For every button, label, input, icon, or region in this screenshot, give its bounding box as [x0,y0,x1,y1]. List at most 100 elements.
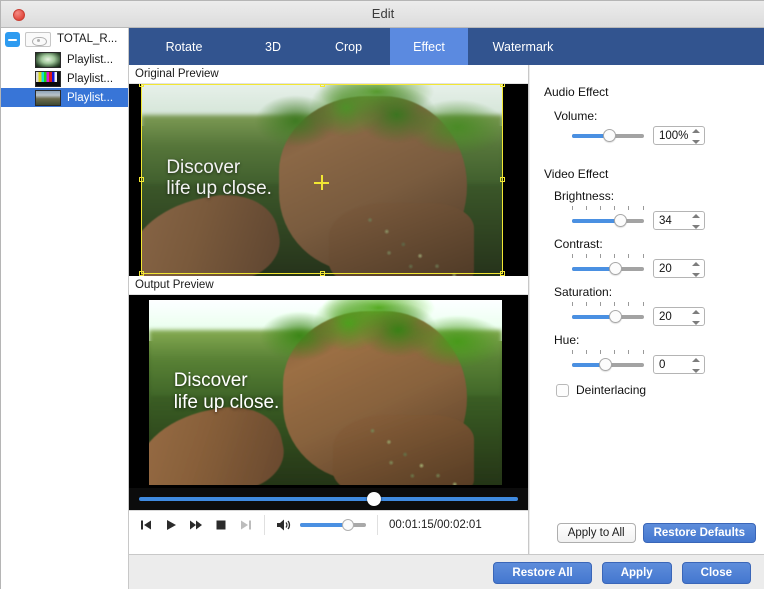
list-item-label: Playlist... [67,53,114,66]
slider-knob[interactable] [599,357,613,371]
tab-bar: Rotate 3D Crop Effect Watermark [129,28,764,65]
brightness-stepper[interactable] [653,211,705,230]
video-overlay-text: Discover life up close. [166,156,272,200]
stop-icon[interactable] [214,518,228,532]
transport-bar: 00:01:15/00:02:01 [129,510,528,538]
effects-panel: Audio Effect Volume: Video Effect Bright… [530,65,764,554]
fast-forward-icon[interactable] [189,518,203,532]
hue-control-row [572,355,764,374]
brightness-value [659,214,693,227]
list-item-label: Playlist... [67,91,114,104]
hue-ticks [572,350,644,355]
timecode-display: 00:01:15/00:02:01 [389,518,482,531]
brightness-slider[interactable] [572,213,644,228]
preview-column: Original Preview Discover life up close. [129,65,529,589]
stepper-arrows[interactable] [692,358,700,373]
video-overlay-text: Discover life up close. [173,370,280,413]
saturation-ticks [572,302,644,307]
restore-all-button[interactable]: Restore All [493,561,592,584]
contrast-value [659,262,693,275]
volume-knob[interactable] [341,518,354,531]
contrast-stepper[interactable] [653,259,705,278]
deinterlacing-row[interactable]: Deinterlacing [556,383,764,397]
apply-to-all-button[interactable]: Apply to All [556,523,636,543]
list-item-selected[interactable]: Playlist... [1,88,128,107]
list-item-label: Playlist... [67,72,114,85]
stepper-arrows[interactable] [692,214,700,229]
title-bar: Edit [1,1,764,28]
seek-track[interactable] [139,492,518,506]
brightness-label: Brightness: [554,189,615,203]
saturation-slider[interactable] [572,309,644,324]
skip-previous-icon[interactable] [139,518,153,532]
list-item[interactable]: Playlist... [1,69,128,88]
volume-value [659,129,693,142]
volume-slider[interactable] [300,518,366,531]
close-button[interactable]: Close [681,561,751,584]
output-preview-label: Output Preview [129,276,528,295]
crop-crosshair-icon[interactable] [314,175,329,190]
volume-slider[interactable] [572,128,644,143]
seek-bar[interactable] [129,488,528,510]
sidebar-root-row[interactable]: TOTAL_R... [1,28,128,50]
stepper-arrows[interactable] [692,262,700,277]
video-effect-heading: Video Effect [544,167,609,181]
slider-fill [572,218,621,223]
hue-label: Hue: [554,333,580,347]
video-leaf-crown [249,84,503,161]
tab-watermark[interactable]: Watermark [468,28,578,65]
tab-crop[interactable]: Crop [307,28,390,65]
hue-value [659,358,693,371]
sidebar: TOTAL_R... Playlist... Playlist... Playl… [1,28,129,589]
hue-stepper[interactable] [653,355,705,374]
contrast-slider[interactable] [572,261,644,276]
window-title: Edit [371,6,395,21]
eye-icon[interactable] [25,31,51,47]
saturation-label: Saturation: [554,285,613,299]
volume-fill [300,522,348,527]
deinterlacing-label: Deinterlacing [576,383,647,397]
slider-knob[interactable] [614,213,628,227]
volume-stepper[interactable] [653,126,705,145]
transport-buttons [129,518,253,532]
seek-knob[interactable] [366,492,381,506]
contrast-control-row [572,259,764,278]
tab-3d[interactable]: 3D [239,28,307,65]
saturation-value [659,310,693,323]
edit-window: Edit TOTAL_R... Playlist... Playlist... … [0,0,764,589]
volume-control-row [572,126,764,145]
original-preview-label: Original Preview [129,65,528,84]
slider-knob[interactable] [609,309,623,323]
contrast-label: Contrast: [554,237,603,251]
color-bars-thumbnail [35,70,61,87]
saturation-stepper[interactable] [653,307,705,326]
deinterlacing-checkbox[interactable] [556,383,569,397]
play-icon[interactable] [164,518,178,532]
audio-effect-heading: Audio Effect [544,85,609,99]
output-preview-image: Discover life up close. [149,300,502,485]
divider [377,514,378,535]
speaker-icon[interactable] [276,518,292,532]
output-preview-stage: Discover life up close. [129,295,528,488]
brightness-ticks [572,206,644,211]
panel-button-group: Apply to All Restore Defaults [556,523,756,543]
tab-rotate[interactable]: Rotate [129,28,239,65]
list-item[interactable]: Playlist... [1,50,128,69]
restore-defaults-button[interactable]: Restore Defaults [642,523,756,543]
hue-slider[interactable] [572,357,644,372]
original-preview-stage[interactable]: Discover life up close. [129,84,528,276]
stepper-arrows[interactable] [692,129,700,144]
stepper-arrows[interactable] [692,310,700,325]
saturation-control-row [572,307,764,326]
volume-label: Volume: [554,109,598,123]
apply-button[interactable]: Apply [601,561,672,584]
footer-bar: Restore All Apply Close [129,554,764,589]
contrast-ticks [572,254,644,259]
divider [264,514,265,535]
slider-knob[interactable] [603,128,617,142]
tab-effect[interactable]: Effect [390,28,468,65]
slider-knob[interactable] [609,261,623,275]
skip-next-icon[interactable] [239,518,253,532]
brightness-control-row [572,211,764,230]
collapse-minus-icon[interactable] [5,31,20,47]
